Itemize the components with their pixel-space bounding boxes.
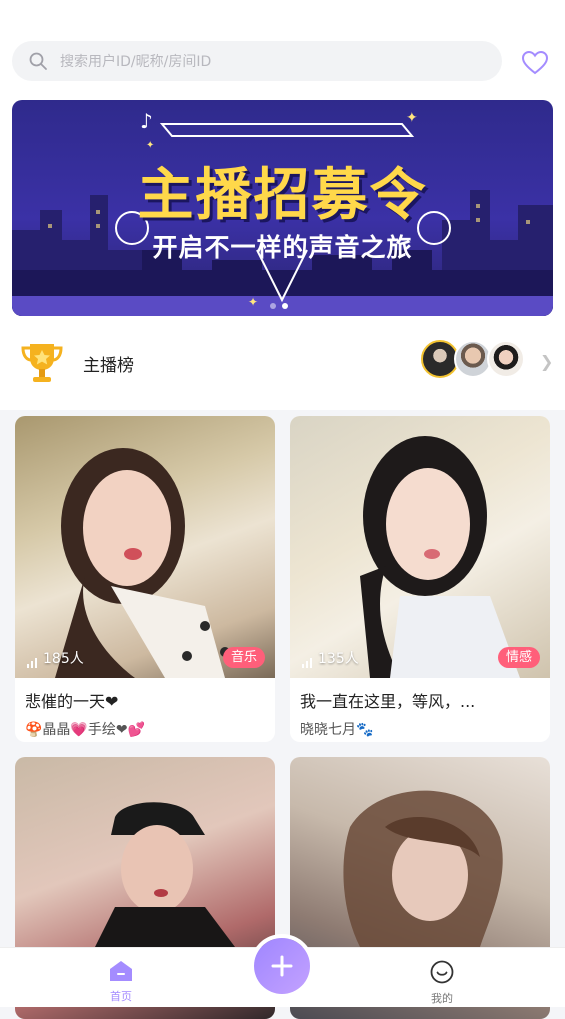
nav-mine-label: 我的 (431, 992, 453, 1005)
rank-label: 主播榜 (83, 356, 134, 376)
banner-subtitle: 开启不一样的声音之旅 (152, 233, 413, 262)
signal-bars-icon (302, 658, 312, 668)
plus-icon (271, 955, 293, 977)
portrait-figure (343, 790, 503, 947)
carousel-dot (270, 303, 276, 309)
listener-count-text: 135人 (318, 651, 359, 667)
room-title: 我一直在这里，等风，... (300, 692, 476, 711)
create-room-button[interactable] (254, 938, 310, 994)
host-name: 🍄晶晶💗手绘❤💕 (25, 722, 146, 738)
anchor-rank-row[interactable]: 主播榜 ❯ (0, 330, 565, 390)
room-info: 悲催的一天❤ 🍄晶晶💗手绘❤💕 (15, 678, 275, 742)
room-card[interactable]: 135人 情感 我一直在这里，等风，... 晓晓七月🐾 (290, 416, 550, 742)
listener-count-text: 185人 (43, 651, 84, 667)
room-card[interactable]: 185人 音乐 悲催的一天❤ 🍄晶晶💗手绘❤💕 (15, 416, 275, 742)
top-anchor-avatars (421, 340, 525, 378)
listener-count: 135人 (302, 648, 359, 668)
room-cover-image: 185人 音乐 (15, 416, 275, 678)
heart-icon[interactable] (521, 50, 549, 76)
category-tag: 音乐 (222, 647, 265, 668)
banner-title: 主播招募令 (137, 163, 428, 228)
listener-count: 185人 (27, 648, 84, 668)
carousel-indicator[interactable] (270, 303, 288, 309)
trophy-icon (21, 344, 63, 382)
portrait-figure (55, 448, 230, 678)
room-info: 我一直在这里，等风，... 晓晓七月🐾 (290, 678, 550, 742)
svg-text:✦: ✦ (248, 295, 258, 309)
search-icon (29, 52, 47, 70)
portrait-figure (95, 802, 235, 947)
portrait-figure (360, 436, 520, 678)
promo-banner[interactable]: ♪ ✦ ✦ ✦ 主播招募令 开启不一样的声音之旅 (12, 100, 553, 316)
room-title: 悲催的一天❤ (25, 692, 119, 711)
room-cover-image: 135人 情感 (290, 416, 550, 678)
search-bar[interactable]: 搜索用户ID/昵称/房间ID (12, 41, 502, 81)
signal-bars-icon (27, 658, 37, 668)
host-name: 晓晓七月🐾 (300, 722, 374, 738)
svg-text:✦: ✦ (406, 110, 418, 126)
avatar (487, 340, 525, 378)
nav-home[interactable]: 首页 (91, 960, 151, 1004)
chevron-right-icon: ❯ (540, 352, 554, 371)
profile-icon (430, 960, 454, 984)
home-icon (110, 961, 132, 981)
category-tag: 情感 (497, 647, 540, 668)
search-placeholder: 搜索用户ID/昵称/房间ID (60, 54, 212, 70)
nav-home-label: 首页 (110, 990, 132, 1003)
nav-mine[interactable]: 我的 (412, 960, 472, 1006)
carousel-dot-active (282, 303, 288, 309)
svg-text:♪: ♪ (140, 109, 153, 133)
